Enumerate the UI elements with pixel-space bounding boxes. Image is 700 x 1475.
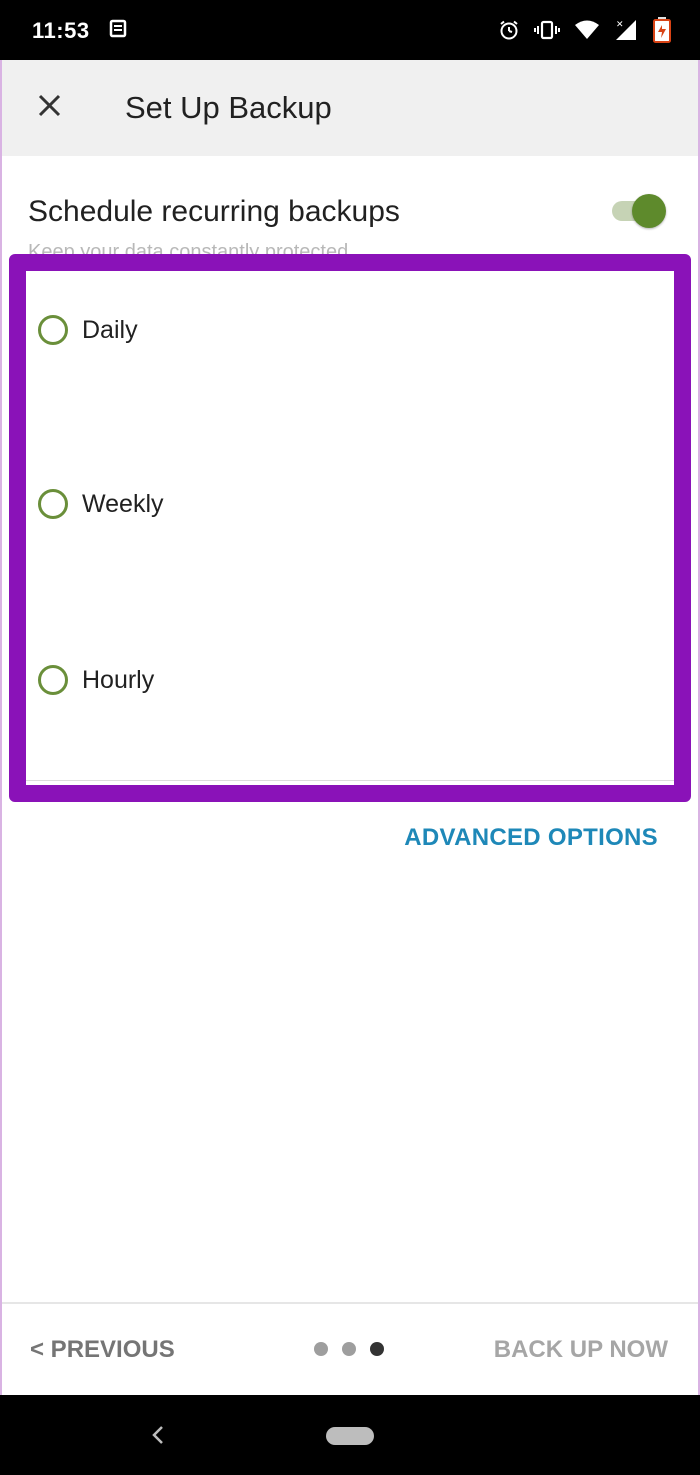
page-dot: [342, 1342, 356, 1356]
signal-icon: ✕: [614, 18, 638, 42]
status-time: 11:53: [32, 18, 90, 43]
alarm-icon: [498, 19, 520, 41]
system-nav-bar: [0, 1395, 700, 1475]
radio-option-hourly[interactable]: Hourly: [38, 665, 154, 695]
radio-option-daily[interactable]: Daily: [38, 315, 138, 345]
frequency-options-highlight: Daily Weekly Hourly: [9, 254, 691, 802]
status-icons: ✕: [498, 16, 672, 44]
radio-label: Daily: [82, 315, 138, 344]
footer-divider: [2, 1302, 698, 1304]
radio-label: Weekly: [82, 489, 164, 518]
radio-option-weekly[interactable]: Weekly: [38, 489, 164, 519]
status-bar: 11:53 ✕: [0, 0, 700, 60]
page-indicator: [314, 1342, 384, 1356]
back-up-now-button[interactable]: BACK UP NOW: [494, 1336, 668, 1364]
advanced-options-button[interactable]: ADVANCED OPTIONS: [404, 824, 658, 852]
page-title: Set Up Backup: [125, 90, 332, 125]
radio-button-icon[interactable]: [38, 489, 68, 519]
home-pill-icon[interactable]: [326, 1427, 374, 1445]
schedule-title: Schedule recurring backups: [28, 195, 400, 228]
back-icon[interactable]: [148, 1423, 168, 1447]
battery-icon: [652, 17, 672, 43]
radio-button-icon[interactable]: [38, 315, 68, 345]
wifi-icon: [574, 19, 600, 41]
previous-button[interactable]: < PREVIOUS: [30, 1336, 175, 1364]
page-dot: [314, 1342, 328, 1356]
notification-icon: [108, 19, 128, 39]
divider: [26, 780, 674, 781]
radio-button-icon[interactable]: [38, 665, 68, 695]
close-icon[interactable]: [32, 88, 72, 128]
app-bar: Set Up Backup: [2, 60, 698, 156]
svg-text:✕: ✕: [616, 20, 624, 30]
radio-label: Hourly: [82, 665, 155, 694]
page-dot-active: [370, 1342, 384, 1356]
schedule-toggle[interactable]: [612, 194, 668, 228]
toggle-thumb: [632, 194, 666, 228]
vibrate-icon: [534, 19, 560, 41]
